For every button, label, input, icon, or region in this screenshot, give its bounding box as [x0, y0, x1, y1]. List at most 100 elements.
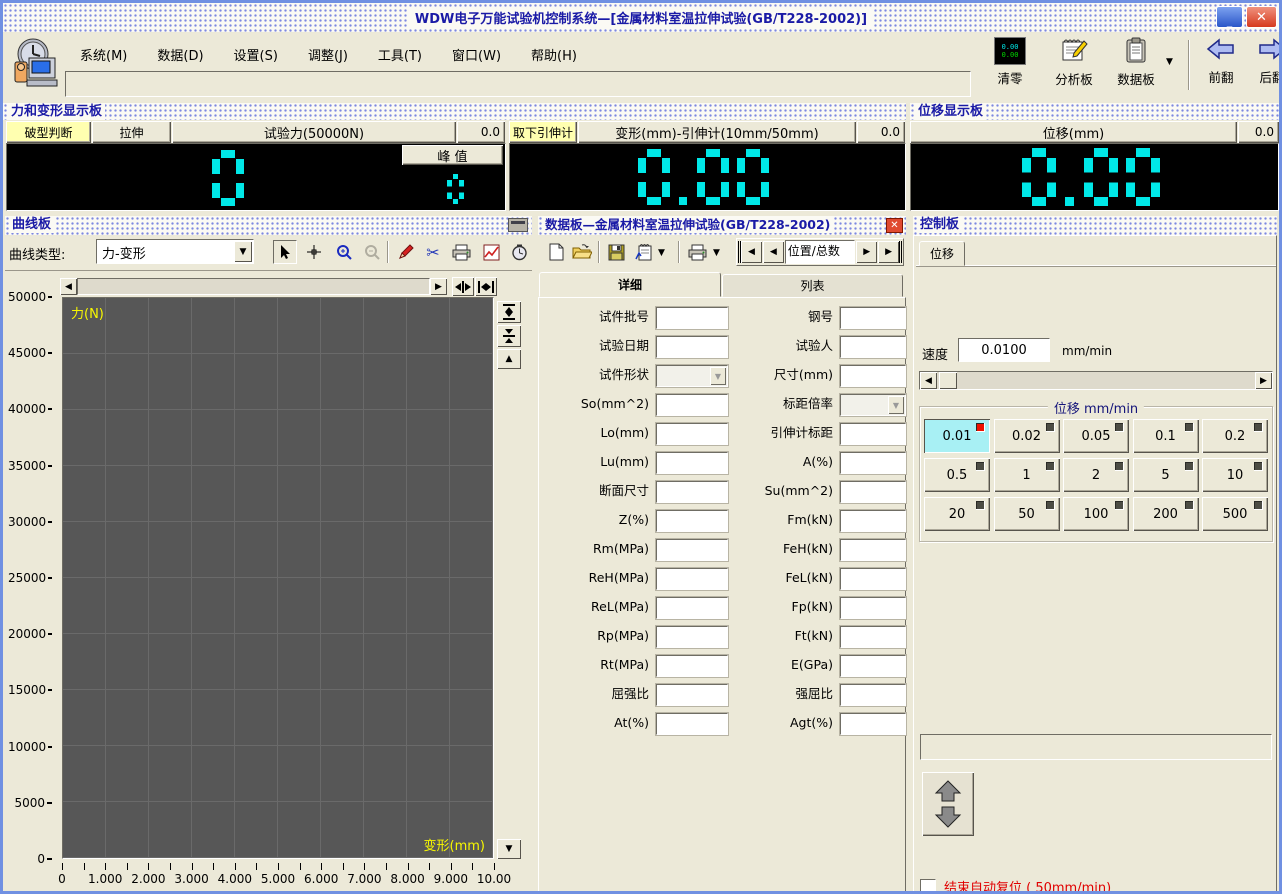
speed-button-5[interactable]: 5 [1133, 458, 1199, 492]
field-input-left[interactable] [656, 452, 728, 474]
vscroll-down-button[interactable]: ▼ [497, 839, 521, 859]
menu-item-4[interactable]: 工具(T) [363, 42, 437, 67]
print-dropdown-button[interactable]: ▼ [713, 248, 720, 258]
speed-button-0.02[interactable]: 0.02 [994, 419, 1060, 453]
field-input-right[interactable] [840, 307, 906, 329]
hscroll-track[interactable] [77, 278, 430, 295]
peak-value-button[interactable]: 峰 值 [402, 145, 503, 165]
speed-input[interactable]: 0.0100 [958, 338, 1050, 362]
vscroll-up-button[interactable]: ▲ [497, 349, 521, 369]
field-input-left[interactable] [656, 568, 728, 590]
data-board-button[interactable]: 数据板 [1107, 37, 1165, 95]
minimize-button[interactable]: _ [1216, 6, 1243, 28]
slider-right-button[interactable]: ▶ [1255, 372, 1272, 389]
menu-item-2[interactable]: 设置(S) [219, 42, 293, 67]
chevron-down-icon[interactable]: ▼ [234, 241, 252, 262]
field-input-left[interactable] [656, 684, 728, 706]
speed-button-2[interactable]: 2 [1063, 458, 1129, 492]
remove-extensometer-button[interactable]: 取下引伸计 [509, 121, 577, 143]
field-input-right[interactable] [840, 626, 906, 648]
auto-reset-checkbox[interactable] [920, 879, 936, 894]
chart-tool-button[interactable] [479, 240, 503, 264]
plot-area[interactable]: 力(N) 变形(mm) [62, 297, 494, 859]
field-input-right[interactable] [840, 452, 906, 474]
toolbar-dropdown-button[interactable]: ▼ [1166, 57, 1173, 67]
analysis-board-button[interactable]: 分析板 [1043, 37, 1105, 95]
tab-detail[interactable]: 详细 [539, 272, 721, 297]
timer-tool-button[interactable] [507, 240, 531, 264]
speed-button-0.1[interactable]: 0.1 [1133, 419, 1199, 453]
y-compress-button[interactable] [497, 325, 521, 347]
speed-button-500[interactable]: 500 [1202, 497, 1268, 531]
field-input-left[interactable]: ▼ [656, 365, 728, 387]
slider-left-button[interactable]: ◀ [920, 372, 937, 389]
scissors-tool-button[interactable]: ✂ [421, 240, 445, 264]
data-panel-close-button[interactable]: ✕ [886, 218, 903, 233]
nav-next-button[interactable]: ▶ [856, 241, 877, 263]
field-input-left[interactable] [656, 423, 728, 445]
speed-button-0.05[interactable]: 0.05 [1063, 419, 1129, 453]
tab-list[interactable]: 列表 [722, 274, 903, 297]
menu-item-1[interactable]: 数据(D) [142, 42, 218, 67]
break-judge-button[interactable]: 破型判断 [6, 121, 91, 143]
field-input-right[interactable]: ▼ [840, 394, 906, 416]
field-input-right[interactable] [840, 684, 906, 706]
x-expand-button[interactable] [475, 277, 497, 296]
field-input-right[interactable] [840, 655, 906, 677]
field-input-left[interactable] [656, 539, 728, 561]
field-input-right[interactable] [840, 568, 906, 590]
field-input-left[interactable] [656, 655, 728, 677]
field-input-right[interactable] [840, 481, 906, 503]
save-dropdown-button[interactable]: ▼ [658, 248, 665, 258]
open-file-button[interactable] [570, 240, 594, 264]
pen-tool-button[interactable] [393, 240, 417, 264]
field-input-right[interactable] [840, 365, 906, 387]
field-input-right[interactable] [840, 713, 906, 735]
field-input-left[interactable] [656, 336, 728, 358]
next-page-button[interactable]: 后翻 [1249, 37, 1282, 95]
maximize-icon[interactable] [508, 218, 528, 232]
field-input-left[interactable] [656, 510, 728, 532]
speed-button-1[interactable]: 1 [994, 458, 1060, 492]
hscroll-right-button[interactable]: ▶ [430, 278, 447, 295]
field-input-right[interactable] [840, 510, 906, 532]
field-input-left[interactable] [656, 307, 728, 329]
y-expand-button[interactable] [497, 301, 521, 323]
zoom-in-tool-button[interactable] [332, 240, 356, 264]
close-button[interactable]: ✕ [1246, 6, 1277, 28]
field-input-left[interactable] [656, 481, 728, 503]
curve-type-select[interactable]: 力-变形 ▼ [96, 239, 254, 264]
speed-button-0.2[interactable]: 0.2 [1202, 419, 1268, 453]
pointer-tool-button[interactable] [273, 240, 297, 264]
new-record-button[interactable] [544, 240, 568, 264]
field-input-right[interactable] [840, 597, 906, 619]
zoom-out-tool-button[interactable] [360, 240, 384, 264]
speed-slider[interactable]: ◀ ▶ [919, 371, 1273, 390]
print-curve-button[interactable] [449, 240, 473, 264]
speed-button-20[interactable]: 20 [924, 497, 990, 531]
speed-button-0.5[interactable]: 0.5 [924, 458, 990, 492]
menu-item-0[interactable]: 系统(M) [65, 42, 142, 67]
field-input-left[interactable] [656, 713, 728, 735]
menu-item-5[interactable]: 窗口(W) [437, 42, 516, 67]
print-report-button[interactable] [685, 240, 709, 264]
field-input-left[interactable] [656, 626, 728, 648]
hscroll-left-button[interactable]: ◀ [60, 278, 77, 295]
field-input-right[interactable] [840, 539, 906, 561]
slider-thumb[interactable] [939, 372, 957, 389]
field-input-left[interactable] [656, 597, 728, 619]
speed-button-200[interactable]: 200 [1133, 497, 1199, 531]
field-input-right[interactable] [840, 336, 906, 358]
save-button[interactable] [604, 240, 628, 264]
speed-button-0.01[interactable]: 0.01 [924, 419, 990, 453]
nav-first-button[interactable]: ◀ [738, 241, 762, 263]
crosshair-tool-button[interactable] [302, 240, 326, 264]
field-input-left[interactable] [656, 394, 728, 416]
speed-button-100[interactable]: 100 [1063, 497, 1129, 531]
field-input-right[interactable] [840, 423, 906, 445]
menu-item-3[interactable]: 调整(J) [293, 42, 363, 67]
speed-button-50[interactable]: 50 [994, 497, 1060, 531]
x-compress-button[interactable] [452, 277, 474, 296]
notes-button[interactable] [632, 240, 656, 264]
tab-displacement[interactable]: 位移 [919, 241, 965, 266]
